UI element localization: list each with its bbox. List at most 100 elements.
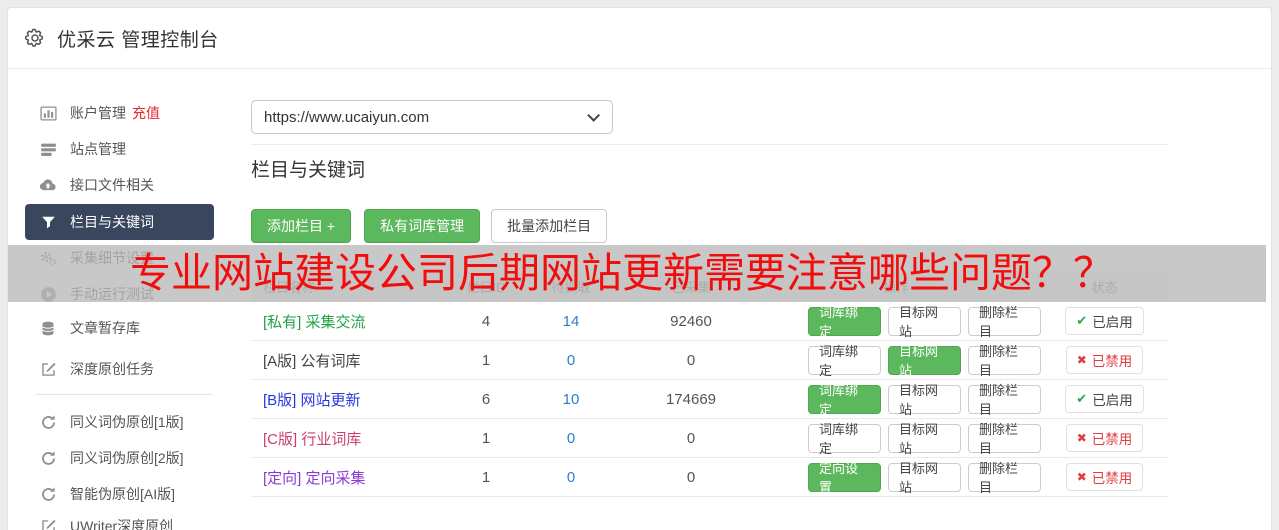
column-id-value: 4 (481, 312, 491, 330)
target-site-button[interactable]: 目标网站 (888, 422, 961, 456)
pending-count-link[interactable]: 0 (567, 469, 575, 486)
site-select[interactable]: https://www.ucaiyun.com (251, 100, 613, 134)
chevron-down-icon (587, 108, 600, 122)
thesaurus-bind-button[interactable]: 词库绑定 (808, 344, 881, 378)
delete-column-button[interactable]: 删除栏目 (968, 344, 1041, 378)
status-badge[interactable]: ✖ 已禁用 (1065, 424, 1144, 452)
column-id-value: 1 (481, 351, 491, 369)
batch-add-column-button[interactable]: 批量添加栏目 (491, 209, 608, 243)
filter-icon (39, 215, 57, 230)
sidebar-item-columns-keywords[interactable]: 栏目与关键词 (25, 204, 214, 240)
sidebar-item-synonym-pseudo-v1[interactable]: 同义词伪原创[1版] (25, 404, 214, 440)
cross-icon: ✖ (1076, 353, 1087, 367)
table-row: [A版] 公有词库 1 0 0 词库绑定 目标网站 删除栏目 ✖ 已禁用 (251, 341, 1168, 380)
gear-icon (25, 28, 45, 48)
sidebar-item-account-management[interactable]: 账户管理 充值 (25, 95, 214, 131)
add-column-button[interactable]: 添加栏目 + (251, 209, 352, 243)
collected-count: 0 (686, 468, 696, 486)
thesaurus-bind-button[interactable]: 词库绑定 (808, 383, 881, 417)
sidebar-item-uwriter-deep-original[interactable]: UWriter深度原创 (25, 508, 214, 530)
refresh-icon (39, 486, 57, 503)
column-header: 栏目名称 (263, 280, 316, 295)
sidebar-item-label: 智能伪原创[AI版] (70, 486, 176, 502)
target-site-button[interactable]: 目标网站 (888, 461, 961, 495)
sidebar-item-smart-pseudo-ai[interactable]: 智能伪原创[AI版] (25, 476, 214, 512)
status-badge[interactable]: ✔ 已启用 (1065, 385, 1144, 413)
column-name-link[interactable]: [A版] 公有词库 (251, 350, 461, 371)
status-label: 已启用 (1092, 393, 1133, 408)
cloud-upload-icon (39, 176, 57, 194)
sidebar-item-label: 栏目与关键词 (70, 214, 154, 230)
sidebar-item-article-staging[interactable]: 文章暂存库 (25, 310, 214, 346)
app-header: 优采云 管理控制台 (8, 8, 1271, 69)
play-icon (39, 286, 57, 303)
sidebar-item-collection-details[interactable]: 采集细节设置 (25, 240, 214, 276)
target-site-button[interactable]: 目标网站 (888, 305, 961, 339)
target-site-button[interactable]: 目标网站 (888, 383, 961, 417)
row-actions: 定向设置 目标网站 删除栏目 (751, 461, 1041, 495)
thesaurus-bind-button[interactable]: 词库绑定 (808, 422, 881, 456)
sidebar-item-interface-files[interactable]: 接口文件相关 (25, 167, 214, 203)
column-name-link[interactable]: [定向] 定向采集 (251, 467, 461, 488)
table-row: [C版] 行业词库 1 0 0 词库绑定 目标网站 删除栏目 ✖ 已禁用 (251, 419, 1168, 458)
cross-icon: ✖ (1076, 470, 1087, 484)
private-thesaurus-button[interactable]: 私有词库管理 (364, 209, 481, 243)
edit-icon (39, 518, 57, 530)
pending-count-link[interactable]: 10 (563, 391, 580, 408)
column-header: 待抓取 (551, 280, 591, 295)
thesaurus-bind-button[interactable]: 词库绑定 (808, 305, 881, 339)
row-actions: 词库绑定 目标网站 删除栏目 (751, 383, 1041, 417)
collected-count: 174669 (665, 390, 717, 408)
cross-icon: ✖ (1076, 431, 1087, 445)
content-card: 优采云 管理控制台 账户管理 充值 站点管理 接口文件相关 栏目与关键词 采集细节设置 手动… (7, 7, 1272, 530)
sidebar-item-label: 文章暂存库 (70, 320, 140, 336)
column-name-link[interactable]: [B版] 网站更新 (251, 389, 461, 410)
table-row: [私有] 采集交流 4 14 92460 词库绑定 目标网站 删除栏目 ✔ 已启用 (251, 302, 1168, 341)
column-name-link[interactable]: [C版] 行业词库 (251, 428, 461, 449)
status-label: 已禁用 (1091, 354, 1133, 369)
database-icon (39, 320, 57, 337)
table-row: [定向] 定向采集 1 0 0 定向设置 目标网站 删除栏目 ✖ 已禁用 (251, 458, 1168, 497)
columns-table: 栏目名称 栏目ID 待抓取 已采集 操作 状态 [私有] 采集交流 4 14 92460 词库绑定目… (251, 271, 1168, 497)
divider (251, 144, 1168, 145)
delete-column-button[interactable]: 删除栏目 (968, 461, 1041, 495)
status-label: 已禁用 (1091, 471, 1133, 486)
sidebar-item-deep-original-task[interactable]: 深度原创任务 (25, 351, 214, 387)
delete-column-button[interactable]: 删除栏目 (968, 422, 1041, 456)
target-site-button[interactable]: 目标网站 (888, 344, 961, 378)
sidebar-item-label: 手动运行测试 (70, 286, 154, 302)
sidebar-divider (35, 394, 213, 395)
sidebar-item-label: 采集细节设置 (70, 250, 154, 266)
column-header: 已采集 (671, 280, 711, 295)
status-badge[interactable]: ✔ 已启用 (1065, 307, 1144, 335)
app-title: 优采云 管理控制台 (57, 29, 219, 51)
sidebar-item-label: 站点管理 (70, 141, 126, 157)
status-badge[interactable]: ✖ 已禁用 (1065, 346, 1144, 374)
column-id-value: 1 (481, 429, 491, 447)
directional-settings-button[interactable]: 定向设置 (808, 461, 881, 495)
column-header: 栏目ID (466, 280, 506, 295)
table-row: [B版] 网站更新 6 10 174669 词库绑定 目标网站 删除栏目 ✔ 已启用 (251, 380, 1168, 419)
sidebar-item-manual-run-test[interactable]: 手动运行测试 (25, 276, 214, 312)
collected-count: 92460 (670, 312, 712, 330)
row-actions: 词库绑定 目标网站 删除栏目 (751, 305, 1041, 339)
table-header: 栏目名称 栏目ID 待抓取 已采集 操作 状态 (251, 271, 1168, 302)
delete-column-button[interactable]: 删除栏目 (968, 383, 1041, 417)
pending-count-link[interactable]: 14 (563, 313, 580, 330)
check-icon: ✔ (1076, 391, 1088, 406)
check-icon: ✔ (1076, 313, 1088, 328)
sidebar-item-label: 同义词伪原创[1版] (70, 414, 184, 430)
pending-count-link[interactable]: 0 (567, 430, 575, 447)
sidebar-item-site-management[interactable]: 站点管理 (25, 131, 214, 167)
column-name-link[interactable]: [私有] 采集交流 (251, 311, 461, 332)
app-window: 优采云 管理控制台 账户管理 充值 站点管理 接口文件相关 栏目与关键词 采集细节设置 手动… (0, 0, 1279, 530)
sidebar-item-synonym-pseudo-v2[interactable]: 同义词伪原创[2版] (25, 440, 214, 476)
status-badge[interactable]: ✖ 已禁用 (1065, 463, 1144, 491)
delete-column-button[interactable]: 删除栏目 (968, 305, 1041, 339)
edit-icon (39, 361, 57, 378)
column-id-value: 1 (481, 468, 491, 486)
pending-count-link[interactable]: 0 (567, 352, 575, 369)
sidebar-item-label: 接口文件相关 (70, 177, 154, 193)
page-title: 栏目与关键词 (251, 160, 366, 181)
recharge-link[interactable]: 充值 (132, 103, 160, 123)
